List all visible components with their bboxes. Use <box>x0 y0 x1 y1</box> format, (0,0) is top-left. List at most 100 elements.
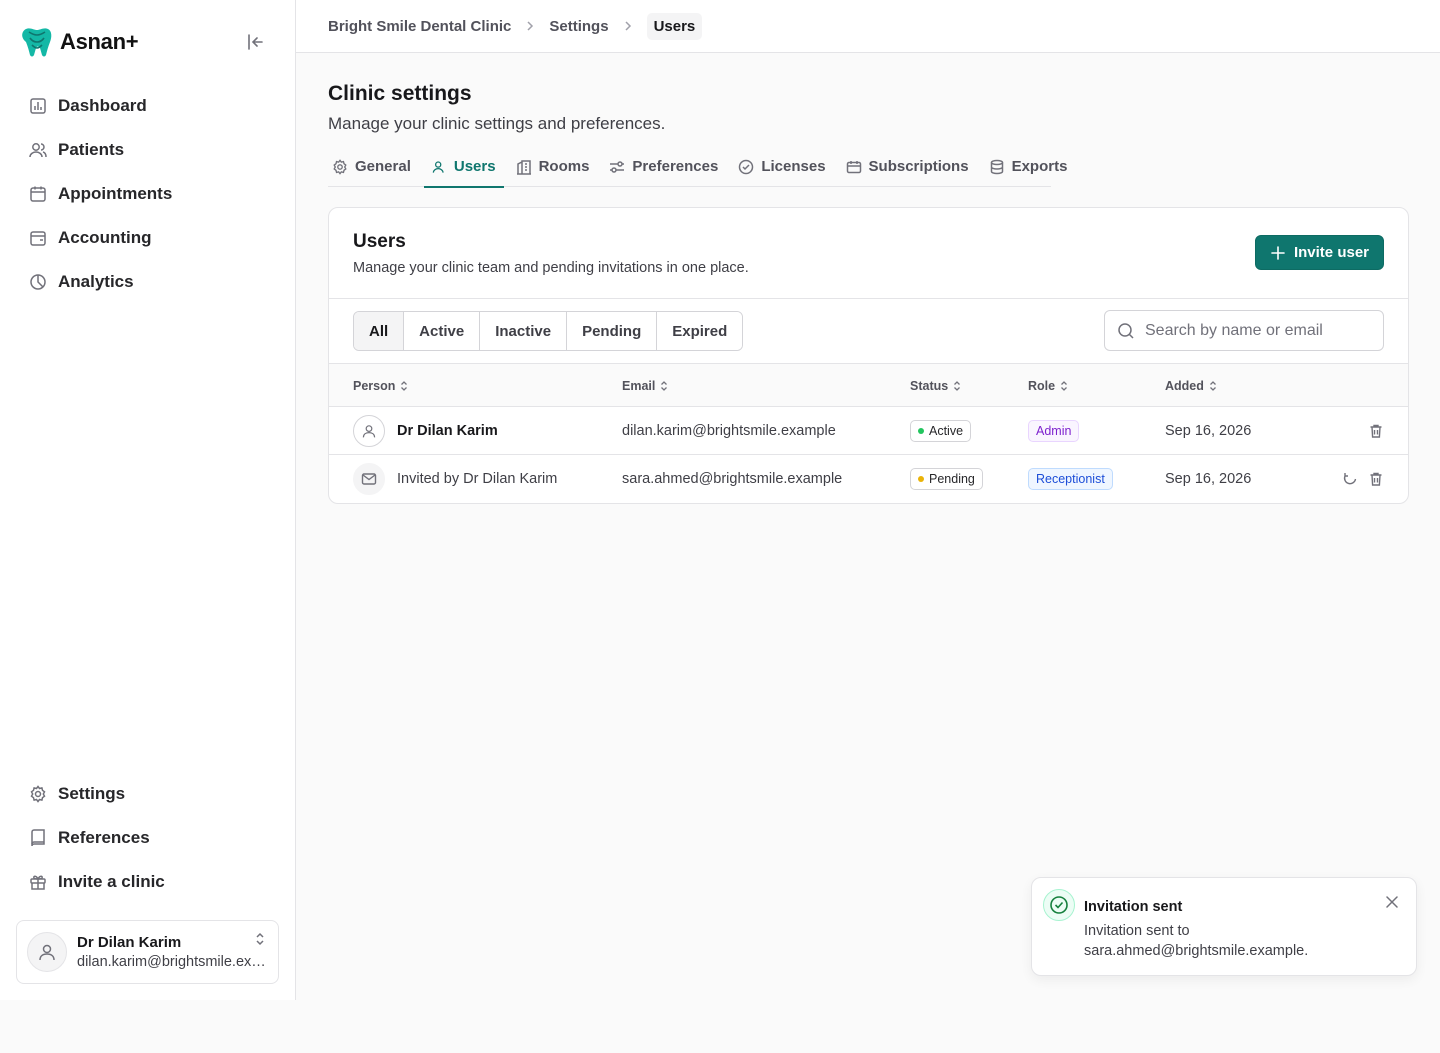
filter-all[interactable]: All <box>354 312 405 350</box>
dashboard-icon <box>28 96 48 116</box>
sort-icon <box>1060 380 1068 392</box>
tab-users[interactable]: Users <box>423 146 504 188</box>
brand[interactable]: Asnan+ <box>20 26 139 58</box>
nav-item-references[interactable]: References <box>16 816 280 860</box>
person-cell: Dr Dilan Karim <box>353 407 498 455</box>
status-cell: Active <box>910 407 972 455</box>
main-nav: Dashboard Patients Appointments Accounti… <box>16 84 280 304</box>
settings-tabs: General Users Rooms Preferences Licenses… <box>328 146 1067 188</box>
tab-preferences[interactable]: Preferences <box>605 146 722 187</box>
column-role[interactable]: Role <box>1028 364 1068 408</box>
divider <box>329 298 1408 299</box>
mail-icon <box>361 472 377 486</box>
collapse-sidebar-button[interactable] <box>244 30 268 54</box>
gear-icon <box>332 158 348 175</box>
sort-icon <box>400 380 408 392</box>
breadcrumb-users: Users <box>646 12 703 40</box>
tab-general[interactable]: General <box>328 146 415 187</box>
status-label: Active <box>929 424 964 438</box>
nav-item-settings[interactable]: Settings <box>16 772 280 816</box>
calendar-icon <box>28 184 48 204</box>
tab-exports[interactable]: Exports <box>985 146 1072 187</box>
user-menu[interactable]: Dr Dilan Karim dilan.karim@brightsmile.e… <box>16 920 279 984</box>
filter-expired[interactable]: Expired <box>657 312 743 350</box>
filter-active[interactable]: Active <box>404 312 481 350</box>
toast-title: Invitation sent <box>1084 899 1183 915</box>
nav-label: Patients <box>58 140 125 159</box>
collapse-sidebar-icon <box>246 32 266 52</box>
role-badge: Receptionist <box>1028 468 1113 490</box>
tab-label: Subscriptions <box>868 158 969 175</box>
toast-notification: Invitation sent Invitation sent to sara.… <box>1031 877 1417 976</box>
avatar <box>27 932 67 972</box>
column-email[interactable]: Email <box>622 364 668 408</box>
status-badge: Active <box>910 420 972 442</box>
tab-label: General <box>355 158 411 175</box>
column-added[interactable]: Added <box>1165 364 1217 408</box>
filter-pending[interactable]: Pending <box>567 312 658 350</box>
nav-item-patients[interactable]: Patients <box>16 128 280 172</box>
nav-item-dashboard[interactable]: Dashboard <box>16 84 280 128</box>
breadcrumb-settings[interactable]: Settings <box>549 18 608 35</box>
invite-user-button[interactable]: Invite user <box>1254 235 1384 270</box>
tab-label: Preferences <box>632 158 719 175</box>
toast-body: Invitation sent to sara.ahmed@brightsmil… <box>1084 923 1309 959</box>
building-icon <box>516 159 532 175</box>
status-label: Pending <box>929 472 975 486</box>
sort-icon <box>953 380 961 392</box>
avatar <box>353 415 385 447</box>
column-status[interactable]: Status <box>910 364 961 408</box>
resend-icon[interactable] <box>1342 471 1358 487</box>
nav-label: Analytics <box>58 272 134 291</box>
filter-inactive[interactable]: Inactive <box>480 312 568 350</box>
column-label: Role <box>1028 379 1056 393</box>
card-description: Manage your clinic team and pending invi… <box>353 260 749 276</box>
users-icon <box>431 159 447 175</box>
tab-subscriptions[interactable]: Subscriptions <box>842 146 973 187</box>
nav-item-appointments[interactable]: Appointments <box>16 172 280 216</box>
tab-licenses[interactable]: Licenses <box>734 146 829 187</box>
database-icon <box>989 159 1005 175</box>
nav-item-accounting[interactable]: Accounting <box>16 216 280 260</box>
close-icon[interactable] <box>1386 896 1398 908</box>
person-cell: Invited by Dr Dilan Karim <box>353 455 557 503</box>
tab-rooms[interactable]: Rooms <box>512 146 594 187</box>
email-cell: dilan.karim@brightsmile.example <box>622 423 836 439</box>
status-badge: Pending <box>910 468 983 490</box>
users-card: Users Manage your clinic team and pendin… <box>328 207 1409 504</box>
column-label: Added <box>1165 379 1204 393</box>
secondary-nav: Settings References Invite a clinic <box>16 772 280 904</box>
check-circle-icon <box>1043 889 1075 921</box>
app-name: Asnan+ <box>60 29 139 54</box>
chevron-up-down-icon <box>254 931 266 947</box>
nav-item-analytics[interactable]: Analytics <box>16 260 280 304</box>
sort-icon <box>1209 380 1217 392</box>
status-dot <box>918 428 924 434</box>
nav-label: Settings <box>58 784 126 803</box>
trash-icon[interactable] <box>1368 423 1384 439</box>
pie-chart-icon <box>28 272 48 292</box>
tooth-logo-icon <box>20 26 54 58</box>
role-badge: Admin <box>1028 420 1080 442</box>
column-person[interactable]: Person <box>353 364 408 408</box>
sliders-icon <box>609 159 625 175</box>
status-filter: All Active Inactive Pending Expired <box>353 311 744 351</box>
search-box <box>1104 310 1384 351</box>
search-icon <box>1117 322 1135 340</box>
tab-label: Licenses <box>761 158 826 175</box>
person-name: Dr Dilan Karim <box>397 423 498 439</box>
tab-label: Rooms <box>538 158 590 175</box>
nav-label: Dashboard <box>58 96 147 115</box>
column-label: Email <box>622 379 656 393</box>
column-label: Status <box>910 379 949 393</box>
page-subtitle: Manage your clinic settings and preferen… <box>328 114 666 133</box>
book-icon <box>28 828 48 848</box>
nav-item-invite-clinic[interactable]: Invite a clinic <box>16 860 280 904</box>
sidebar: Asnan+ Dashboard Patients Appointments A… <box>0 0 296 1000</box>
breadcrumb-clinic[interactable]: Bright Smile Dental Clinic <box>328 18 511 35</box>
card-title: Users <box>353 231 406 252</box>
role-cell: Admin <box>1028 407 1080 455</box>
search-input[interactable] <box>1145 321 1365 340</box>
trash-icon[interactable] <box>1368 471 1384 487</box>
table-row: Dr Dilan Karim dilan.karim@brightsmile.e… <box>329 407 1408 455</box>
